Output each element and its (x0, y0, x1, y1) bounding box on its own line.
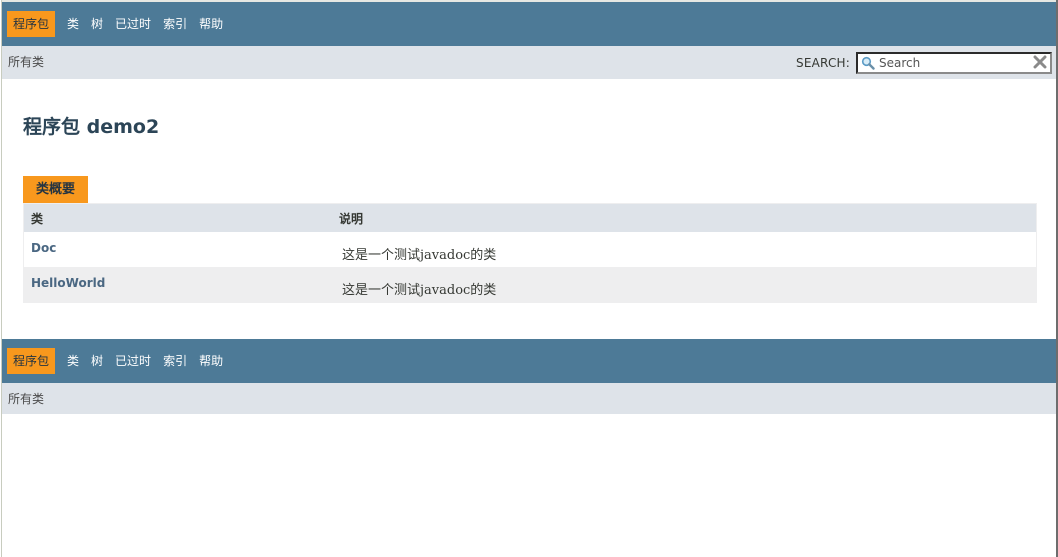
search-box[interactable] (856, 52, 1052, 74)
top-subnav: 所有类 SEARCH: (2, 46, 1057, 79)
javadoc-page: 程序包 类 树 已过时 索引 帮助 所有类 SEARCH: Search 程序包… (1, 0, 1057, 557)
nav-item-deprecated[interactable]: 已过时 (109, 348, 157, 374)
table-row: HelloWorld 这是一个测试javadoc的类 (23, 267, 1037, 303)
table-header-row: 类 说明 (23, 203, 1037, 232)
bottom-subnav: 所有类 (2, 383, 1057, 414)
nav-item-tree[interactable]: 树 (85, 348, 109, 374)
class-name-cell: HelloWorld (23, 267, 332, 303)
reset-search-icon[interactable] (1033, 55, 1047, 69)
top-navbar: 程序包 类 树 已过时 索引 帮助 (2, 2, 1057, 46)
class-link-helloworld[interactable]: HelloWorld (31, 276, 105, 290)
nav-item-package[interactable]: 程序包 (7, 348, 56, 374)
column-header-description: 说明 (332, 203, 1037, 232)
class-summary-table: 类 说明 Doc 这是一个测试javadoc的类 HelloWorld 这是一个… (23, 203, 1037, 303)
class-description: 这是一个测试javadoc的类 (342, 283, 497, 298)
class-description-cell: 这是一个测试javadoc的类 (332, 267, 1037, 303)
class-summary-caption: 类概要 (23, 176, 89, 203)
top-nav-list: 程序包 类 树 已过时 索引 帮助 (7, 11, 229, 37)
page-title: 程序包 demo2 (23, 116, 160, 138)
nav-item-class[interactable]: 类 (61, 11, 85, 37)
class-description-cell: 这是一个测试javadoc的类 (332, 232, 1037, 267)
nav-item-class[interactable]: 类 (61, 348, 85, 374)
all-classes-link[interactable]: 所有类 (8, 53, 44, 70)
column-header-class: 类 (23, 203, 332, 232)
search-label: SEARCH: (796, 56, 850, 70)
nav-item-tree[interactable]: 树 (85, 11, 109, 37)
bottom-nav-list: 程序包 类 树 已过时 索引 帮助 (7, 348, 229, 374)
class-name-cell: Doc (23, 232, 332, 267)
class-summary: 类概要 类 说明 Doc 这是一个测试javadoc的类 HelloWorld … (23, 176, 1037, 303)
nav-item-index[interactable]: 索引 (157, 11, 193, 37)
nav-item-deprecated[interactable]: 已过时 (109, 11, 157, 37)
class-link-doc[interactable]: Doc (31, 241, 56, 255)
class-description: 这是一个测试javadoc的类 (342, 248, 497, 263)
nav-item-help[interactable]: 帮助 (193, 11, 229, 37)
table-row: Doc 这是一个测试javadoc的类 (23, 232, 1037, 267)
nav-item-index[interactable]: 索引 (157, 348, 193, 374)
bottom-navbar: 程序包 类 树 已过时 索引 帮助 (2, 339, 1057, 383)
nav-item-package[interactable]: 程序包 (7, 11, 56, 37)
all-classes-link[interactable]: 所有类 (8, 390, 44, 407)
search-area: SEARCH: (796, 52, 1052, 74)
search-icon (860, 55, 876, 71)
search-input[interactable] (876, 55, 1029, 71)
nav-item-help[interactable]: 帮助 (193, 348, 229, 374)
